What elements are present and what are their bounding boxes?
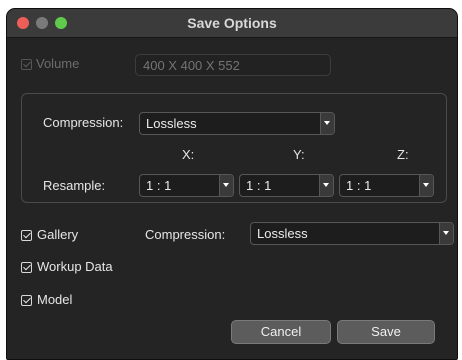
gallery-compression-select[interactable]: Lossless: [250, 222, 454, 245]
dialog-title: Save Options: [187, 15, 277, 31]
volume-settings-group: Compression: Lossless X: Y: Z: Resample:…: [21, 93, 447, 203]
resample-label: Resample:: [43, 178, 106, 193]
resample-x-select[interactable]: 1 : 1: [139, 174, 234, 197]
axis-label-z: Z:: [397, 147, 409, 162]
chevron-down-icon: [439, 223, 453, 244]
volume-compression-label: Compression:: [43, 115, 124, 130]
save-button[interactable]: Save: [337, 320, 435, 344]
gallery-compression-value: Lossless: [257, 226, 308, 241]
volume-checkbox[interactable]: [21, 59, 32, 70]
workup-data-checkbox[interactable]: [21, 262, 32, 273]
axis-label-x: X:: [182, 147, 195, 162]
model-checkbox[interactable]: [21, 295, 32, 306]
volume-compression-select[interactable]: Lossless: [139, 112, 335, 135]
volume-label: Volume: [36, 56, 80, 71]
volume-dimensions-field: 400 X 400 X 552: [135, 54, 331, 76]
gallery-compression-label: Compression:: [145, 227, 226, 242]
volume-compression-value: Lossless: [146, 116, 197, 131]
model-label: Model: [37, 292, 73, 307]
cancel-button[interactable]: Cancel: [231, 320, 331, 344]
resample-x-value: 1 : 1: [146, 178, 172, 193]
chevron-down-icon: [219, 175, 233, 196]
workup-data-label: Workup Data: [37, 259, 113, 274]
resample-y-value: 1 : 1: [246, 178, 272, 193]
chevron-down-icon: [320, 113, 334, 134]
gallery-checkbox[interactable]: [21, 230, 32, 241]
axis-label-y: Y:: [293, 147, 305, 162]
resample-y-select[interactable]: 1 : 1: [239, 174, 334, 197]
save-options-dialog: Save Options Volume 400 X 400 X 552 Comp…: [6, 8, 458, 360]
resample-z-value: 1 : 1: [346, 178, 372, 193]
title-bar: Save Options: [7, 9, 457, 38]
gallery-label: Gallery: [37, 227, 79, 242]
resample-z-select[interactable]: 1 : 1: [339, 174, 434, 197]
chevron-down-icon: [319, 175, 333, 196]
chevron-down-icon: [419, 175, 433, 196]
